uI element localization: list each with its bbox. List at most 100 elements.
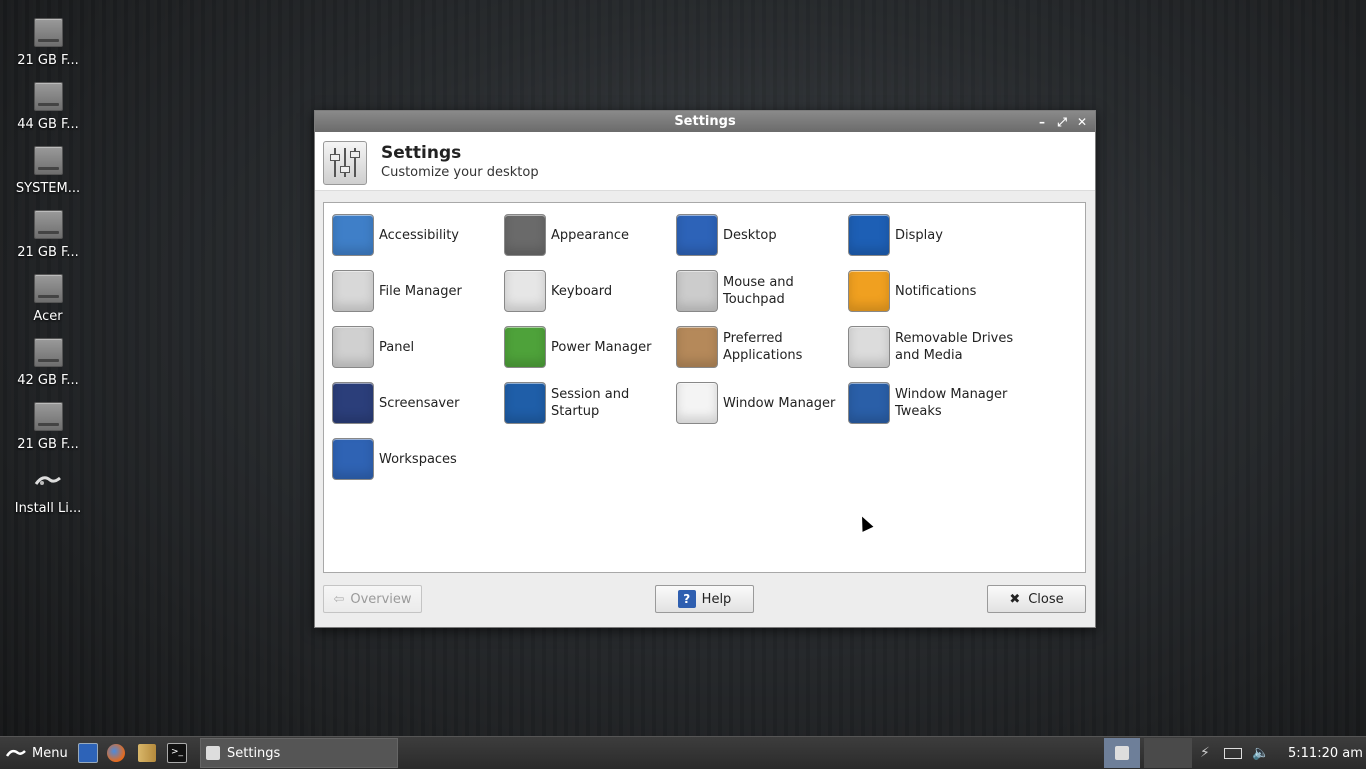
window-manager-icon [676,382,718,424]
settings-item-display[interactable]: Display [848,211,1018,259]
settings-item-notifications[interactable]: Notifications [848,267,1018,315]
back-arrow-icon: ⇦ [333,591,345,607]
linux-lite-logo-icon [34,476,61,485]
session-user-icon [504,382,546,424]
settings-item-label: Window Manager [723,395,836,411]
drive-icon [34,338,63,367]
desktop-icon-label: 44 GB F... [17,117,79,132]
drive-icon [34,18,63,47]
window-titlebar[interactable]: Settings – ⤢ ✕ [315,111,1095,132]
settings-item-keyboard[interactable]: Keyboard [504,267,674,315]
drive-icon [34,274,63,303]
settings-item-label: Power Manager [551,339,652,355]
show-desktop-icon [78,743,98,763]
launcher-firefox[interactable] [107,737,125,769]
settings-item-label: Session and Startup [551,387,630,419]
battery-tray-icon[interactable] [1224,737,1242,769]
desktop-icon-label: 42 GB F... [17,373,79,388]
workspaces-grid-icon [332,438,374,480]
close-window-button[interactable]: ✕ [1075,115,1089,129]
task-label: Settings [227,745,281,761]
close-button[interactable]: ✖ Close [987,585,1086,613]
desktop-drive-2[interactable]: 44 GB F... [0,80,96,140]
settings-sliders-icon [323,141,367,185]
drive-icon [34,210,63,239]
panel-icon [332,326,374,368]
appearance-suit-icon [504,214,546,256]
settings-item-label: Accessibility [379,227,459,243]
desktop-icon-label: 21 GB F... [17,437,79,452]
network-disconnected-icon: ⚡ [1200,745,1210,761]
settings-item-label: Appearance [551,227,630,243]
screensaver-moon-icon [332,382,374,424]
window-title: Settings [674,114,736,129]
menu-button[interactable]: Menu [6,737,68,769]
overview-button[interactable]: ⇦ Overview [323,585,422,613]
desktop-icon-label: Install Li... [14,501,82,516]
minimize-button[interactable]: – [1035,115,1049,129]
display-monitor-icon [848,214,890,256]
clock[interactable]: 5:11:20 am [1288,737,1363,769]
settings-item-session-and-startup[interactable]: Session and Startup [504,379,674,427]
settings-item-label: File Manager [379,283,462,299]
settings-window: Settings – ⤢ ✕ Settings Customize your d… [314,110,1096,628]
desktop-install-linux-lite[interactable]: Install Li... [0,464,96,524]
terminal-icon: >_ [167,743,187,763]
settings-item-label: Desktop [723,227,777,243]
settings-item-preferred-applications[interactable]: Preferred Applications [676,323,846,371]
settings-item-mouse-and-touchpad[interactable]: Mouse and Touchpad [676,267,846,315]
settings-item-window-manager[interactable]: Window Manager [676,379,846,427]
workspace-2[interactable] [1144,738,1192,768]
desktop-drive-3[interactable]: SYSTEM... [0,144,96,204]
settings-item-appearance[interactable]: Appearance [504,211,674,259]
settings-item-accessibility[interactable]: Accessibility [332,211,502,259]
settings-item-panel[interactable]: Panel [332,323,502,371]
eject-drive-icon [848,326,890,368]
battery-icon [1224,747,1242,759]
settings-item-label: Mouse and Touchpad [723,275,794,307]
notification-bubble-icon [848,270,890,312]
battery-power-icon [504,326,546,368]
desktop-drive-6[interactable]: 42 GB F... [0,336,96,396]
desktop-icon-label: Acer [33,309,63,324]
window-tweaks-wand-icon [848,382,890,424]
settings-item-removable-drives-and-media[interactable]: Removable Drives and Media [848,323,1018,371]
desktop-drive-1[interactable]: 21 GB F... [0,16,96,76]
desktop-icon [676,214,718,256]
workspace-1[interactable] [1104,738,1140,768]
volume-tray-icon[interactable]: 🔈 [1252,737,1269,769]
desktop-drive-5[interactable]: Acer [0,272,96,332]
settings-item-label: Workspaces [379,451,457,467]
taskbar: Menu >_ Settings ⚡ 🔈 5:11:20 am [0,736,1366,769]
settings-item-label: Notifications [895,283,977,299]
settings-item-label: Removable Drives and Media [895,331,1014,363]
launcher-terminal[interactable]: >_ [167,737,187,769]
settings-item-power-manager[interactable]: Power Manager [504,323,674,371]
help-button[interactable]: ? Help [655,585,754,613]
desktop-icon-label: 21 GB F... [17,53,79,68]
drive-icon [34,402,63,431]
settings-item-label: Screensaver [379,395,460,411]
settings-item-screensaver[interactable]: Screensaver [332,379,502,427]
preferred-apps-box-icon [676,326,718,368]
launcher-show-desktop[interactable] [78,737,98,769]
settings-item-file-manager[interactable]: File Manager [332,267,502,315]
speaker-icon: 🔈 [1252,745,1270,761]
help-label: Help [701,591,732,607]
settings-item-workspaces[interactable]: Workspaces [332,435,502,483]
settings-item-label: Window Manager Tweaks [895,387,1008,419]
linux-lite-menu-icon [6,749,26,757]
close-x-icon: ✖ [1009,591,1021,607]
maximize-button[interactable]: ⤢ [1055,115,1069,129]
network-tray-icon[interactable]: ⚡ [1200,737,1210,769]
firefox-icon [107,744,125,762]
desktop-drive-4[interactable]: 21 GB F... [0,208,96,268]
settings-item-label: Preferred Applications [723,331,803,363]
taskbar-task-settings[interactable]: Settings [200,738,398,768]
accessibility-icon [332,214,374,256]
mouse-icon [676,270,718,312]
settings-item-desktop[interactable]: Desktop [676,211,846,259]
desktop-drive-7[interactable]: 21 GB F... [0,400,96,460]
settings-item-window-manager-tweaks[interactable]: Window Manager Tweaks [848,379,1018,427]
launcher-file-manager[interactable] [138,737,156,769]
